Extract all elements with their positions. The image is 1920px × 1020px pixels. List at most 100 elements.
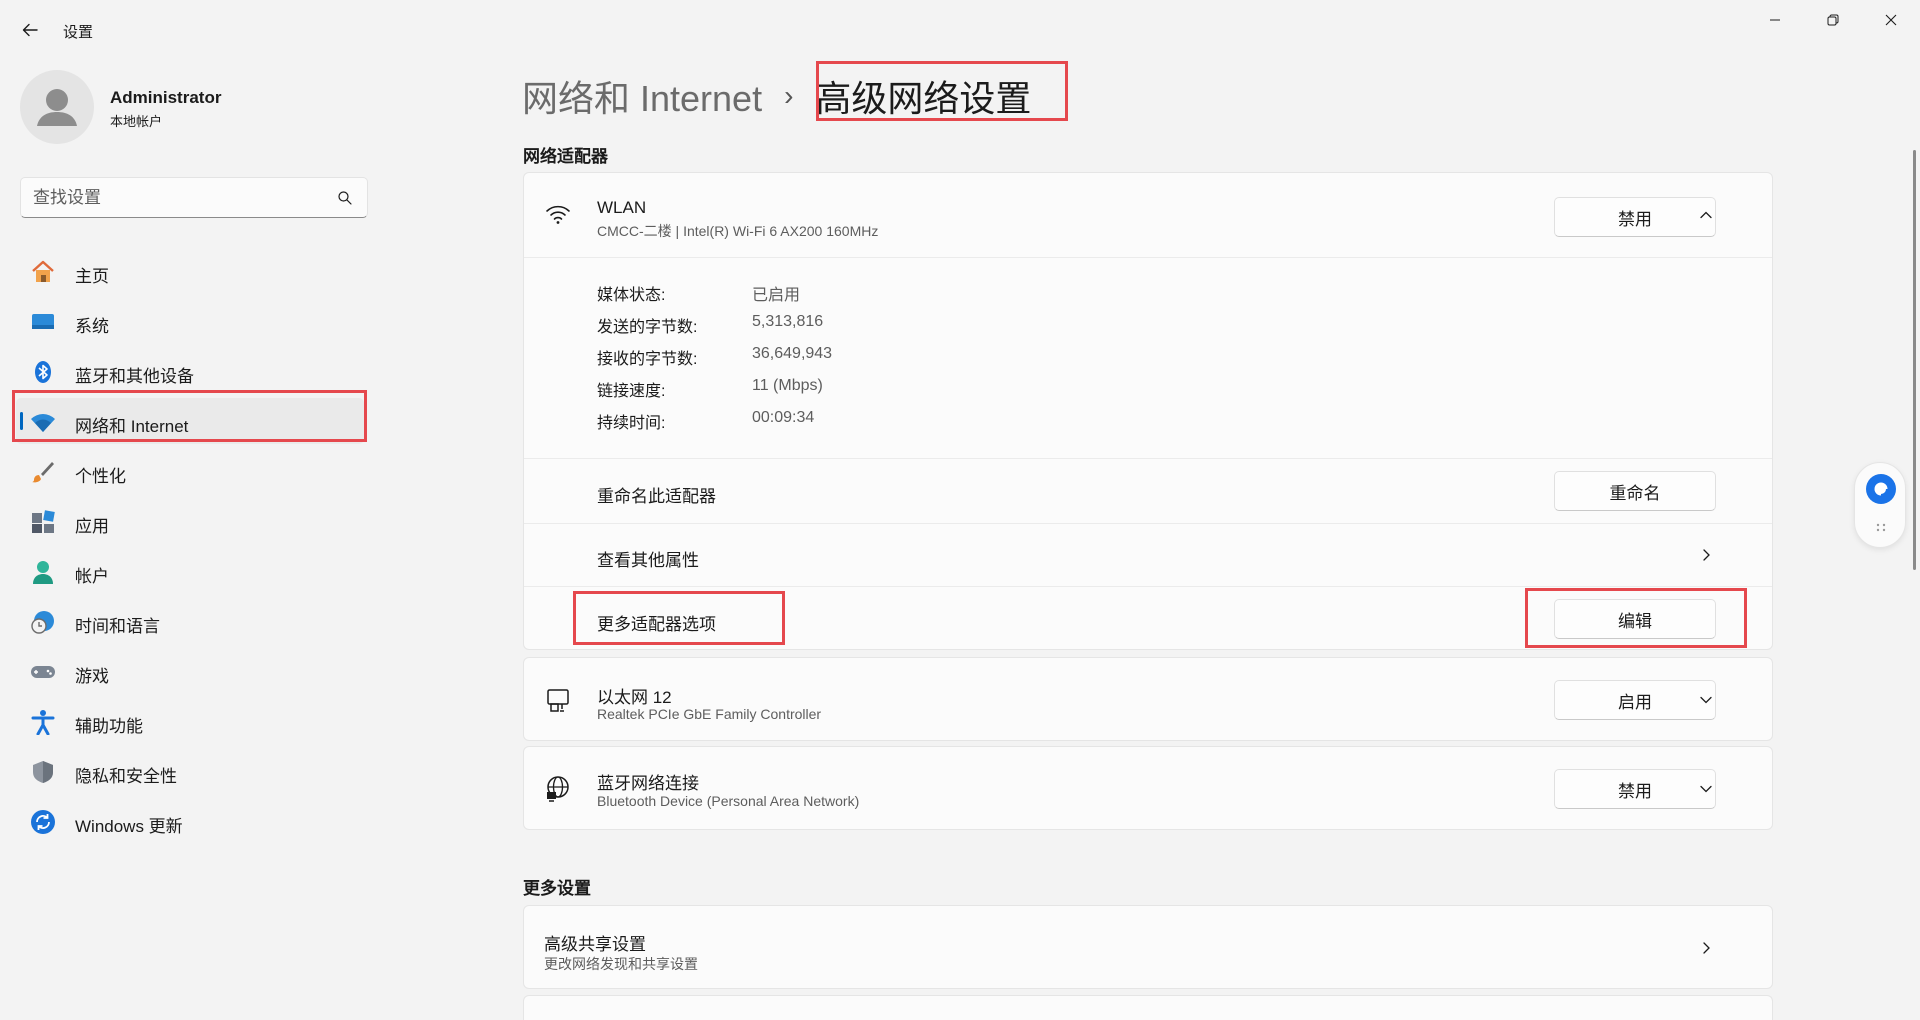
page-title: 高级网络设置 <box>815 78 1032 119</box>
chevron-down-icon[interactable] <box>1694 777 1718 801</box>
search-box[interactable] <box>20 177 368 218</box>
adapter-header-ethernet[interactable]: 以太网 12 Realtek PCIe GbE Family Controlle… <box>524 658 1772 742</box>
back-button[interactable] <box>16 16 44 44</box>
adapter-name: 以太网 12 <box>597 688 672 707</box>
assistant-icon[interactable] <box>1855 469 1907 521</box>
close-button[interactable] <box>1862 0 1920 40</box>
chevron-up-icon[interactable] <box>1694 203 1718 227</box>
divider <box>524 586 1772 587</box>
accessibility-icon <box>30 709 56 735</box>
account-type: 本地帐户 <box>110 114 163 129</box>
avatar <box>20 70 94 144</box>
sidebar-item-privacy[interactable]: 隐私和安全性 <box>16 748 364 794</box>
time-language-icon <box>30 609 56 635</box>
property-value: 11 (Mbps) <box>752 377 823 394</box>
sidebar-item-label: 主页 <box>75 267 109 286</box>
sidebar-item-label: 个性化 <box>75 467 126 486</box>
sidebar-item-system[interactable]: 系统 <box>16 298 364 344</box>
more-properties-row[interactable]: 查看其他属性 <box>524 524 1772 586</box>
close-icon <box>1885 14 1897 26</box>
floating-assistant-widget[interactable] <box>1854 462 1906 548</box>
property-label: 链接速度: <box>597 383 666 400</box>
chevron-right-icon <box>1694 543 1718 567</box>
sidebar-item-label: 应用 <box>75 517 109 536</box>
sidebar-item-label: 网络和 Internet <box>75 417 189 436</box>
search-icon[interactable] <box>337 190 353 206</box>
adapter-card-bluetooth: 蓝牙网络连接 Bluetooth Device (Personal Area N… <box>523 746 1773 830</box>
vertical-scrollbar[interactable] <box>1913 150 1916 570</box>
ethernet-enable-button[interactable]: 启用 <box>1554 680 1716 720</box>
app-title: 设置 <box>63 24 94 41</box>
sidebar-item-label: 蓝牙和其他设备 <box>75 367 194 386</box>
more-adapter-options-label: 更多适配器选项 <box>597 615 716 634</box>
chevron-right-icon <box>1694 936 1718 960</box>
next-settings-card[interactable] <box>523 995 1773 1020</box>
adapter-description: CMCC-二楼 | Intel(R) Wi-Fi 6 AX200 160MHz <box>597 223 879 239</box>
minimize-button[interactable] <box>1746 0 1804 40</box>
account-icon <box>30 559 56 585</box>
title-bar: 设置 <box>0 0 1920 58</box>
maximize-button[interactable] <box>1804 0 1862 40</box>
sidebar-item-accounts[interactable]: 帐户 <box>16 548 364 594</box>
home-icon <box>30 259 56 285</box>
breadcrumb-parent[interactable]: 网络和 Internet <box>522 70 762 122</box>
globe-network-icon <box>544 775 572 803</box>
gamepad-icon <box>30 659 56 685</box>
more-properties-label: 查看其他属性 <box>597 551 699 570</box>
user-profile[interactable]: Administrator 本地帐户 <box>20 70 360 146</box>
sidebar-item-apps[interactable]: 应用 <box>16 498 364 544</box>
bluetooth-icon <box>30 359 56 385</box>
rename-adapter-label: 重命名此适配器 <box>597 487 716 506</box>
breadcrumb-separator-icon: › <box>784 80 794 111</box>
breadcrumb: 网络和 Internet › 高级网络设置 <box>522 70 1031 122</box>
update-icon <box>30 809 56 835</box>
sidebar-item-label: 系统 <box>75 317 109 336</box>
property-value: 5,313,816 <box>752 313 824 330</box>
sidebar-item-bluetooth[interactable]: 蓝牙和其他设备 <box>16 348 364 394</box>
wifi-icon <box>30 409 56 435</box>
wlan-disable-button[interactable]: 禁用 <box>1554 197 1716 237</box>
property-label: 接收的字节数: <box>597 351 698 368</box>
divider <box>524 458 1772 459</box>
brush-icon <box>30 459 56 485</box>
adapter-name: WLAN <box>597 198 647 217</box>
maximize-icon <box>1827 14 1839 26</box>
wifi-icon <box>544 200 572 228</box>
search-input[interactable] <box>33 186 333 210</box>
advanced-sharing-description: 更改网络发现和共享设置 <box>544 956 698 972</box>
user-name: Administrator <box>110 88 222 107</box>
sidebar-item-network[interactable]: 网络和 Internet <box>16 398 364 444</box>
sidebar-item-home[interactable]: 主页 <box>16 248 364 294</box>
person-icon <box>37 89 77 126</box>
bluetooth-disable-button[interactable]: 禁用 <box>1554 769 1716 809</box>
sidebar-item-label: 时间和语言 <box>75 617 160 636</box>
apps-icon <box>30 509 56 535</box>
property-label: 发送的字节数: <box>597 319 698 336</box>
sidebar-item-gaming[interactable]: 游戏 <box>16 648 364 694</box>
adapter-card-wlan: WLAN CMCC-二楼 | Intel(R) Wi-Fi 6 AX200 16… <box>523 172 1773 650</box>
sidebar-item-personalization[interactable]: 个性化 <box>16 448 364 494</box>
rename-button[interactable]: 重命名 <box>1554 471 1716 511</box>
advanced-sharing-title: 高级共享设置 <box>544 935 646 954</box>
sidebar-item-label: 隐私和安全性 <box>75 767 177 786</box>
sidebar-nav: 主页 系统 蓝牙和其他设备 网络和 Internet 个性化 应用 帐户 时间和… <box>16 248 364 848</box>
chevron-down-icon[interactable] <box>1694 688 1718 712</box>
sidebar-item-accessibility[interactable]: 辅助功能 <box>16 698 364 744</box>
adapter-name: 蓝牙网络连接 <box>597 774 699 793</box>
sidebar-item-windows-update[interactable]: Windows 更新 <box>16 798 364 844</box>
sidebar-item-time-language[interactable]: 时间和语言 <box>16 598 364 644</box>
sidebar-item-label: 帐户 <box>75 567 109 586</box>
property-value: 已启用 <box>752 287 801 304</box>
adapter-description: Bluetooth Device (Personal Area Network) <box>597 793 860 809</box>
minimize-icon <box>1770 19 1780 21</box>
adapter-header-bluetooth[interactable]: 蓝牙网络连接 Bluetooth Device (Personal Area N… <box>524 747 1772 831</box>
edit-button[interactable]: 编辑 <box>1554 599 1716 639</box>
advanced-sharing-card[interactable]: 高级共享设置 更改网络发现和共享设置 <box>523 905 1773 989</box>
adapter-header-wlan[interactable]: WLAN CMCC-二楼 | Intel(R) Wi-Fi 6 AX200 16… <box>524 173 1772 257</box>
ethernet-icon <box>544 686 572 714</box>
section-title-adapters: 网络适配器 <box>523 147 608 166</box>
drag-handle-icon[interactable] <box>1855 519 1907 539</box>
property-value: 36,649,943 <box>752 345 833 362</box>
adapter-description: Realtek PCIe GbE Family Controller <box>597 706 822 722</box>
system-icon <box>30 309 56 335</box>
